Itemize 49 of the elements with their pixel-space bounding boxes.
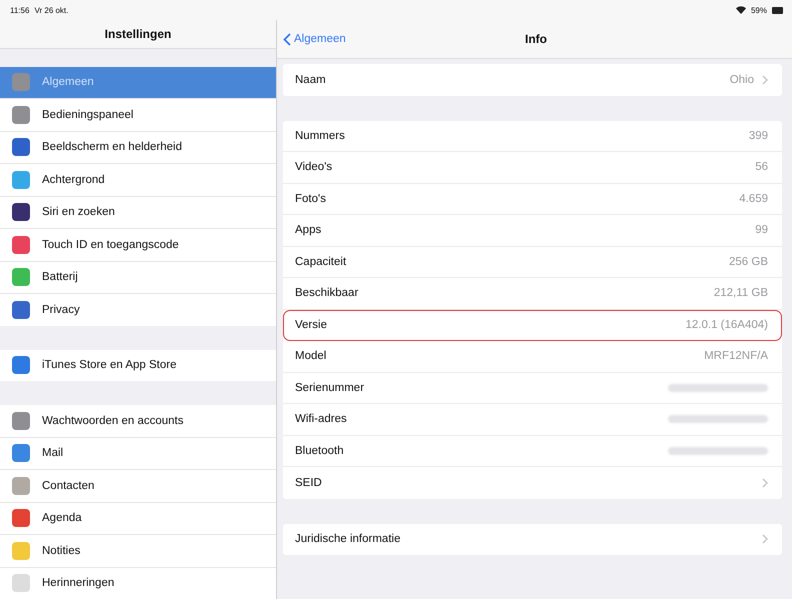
sidebar-item[interactable]: Herinneringen <box>0 568 276 599</box>
row-value: 12.0.1 (16A404) <box>686 318 768 331</box>
sidebar-title: Instellingen <box>104 26 172 41</box>
status-time: 11:56 <box>10 6 30 14</box>
sidebar-item[interactable]: Batterij <box>0 262 276 294</box>
info-row[interactable]: Juridische informatie <box>283 524 782 555</box>
status-date: Vr 26 okt. <box>34 6 68 14</box>
row-label: Nummers <box>295 130 345 142</box>
sidebar-item[interactable]: iTunes Store en App Store <box>0 350 276 381</box>
sidebar-item[interactable]: Mail <box>0 438 276 470</box>
sidebar-item[interactable]: Beeldscherm en helderheid <box>0 132 276 164</box>
row-label: Beschikbaar <box>295 287 358 300</box>
info-row[interactable]: SEID <box>283 467 782 498</box>
back-button[interactable]: Algemeen <box>283 32 346 46</box>
row-label: Capaciteit <box>295 256 346 268</box>
battery-icon <box>772 6 784 14</box>
row-value: 212,11 GB <box>714 287 768 300</box>
row-label: Wifi-adres <box>295 413 347 426</box>
sidebar-item[interactable]: Privacy <box>0 294 276 326</box>
chevron-left-icon <box>283 32 291 46</box>
row-label: Apps <box>295 224 322 236</box>
sidebar-item[interactable]: Wachtwoorden en accounts <box>0 405 276 438</box>
row-value: Ohio <box>730 74 754 86</box>
row-label: Serienummer <box>295 382 364 394</box>
sidebar-item[interactable]: Siri en zoeken <box>0 196 276 229</box>
row-value: 56 <box>755 161 768 174</box>
sidebar-item[interactable]: Agenda <box>0 502 276 535</box>
row-label: Naam <box>295 74 326 86</box>
row-value: 99 <box>755 224 768 236</box>
row-label: Bluetooth <box>295 444 344 457</box>
page-title: Info <box>525 32 547 46</box>
info-row[interactable]: Naam Ohio <box>283 64 782 96</box>
row-value: MRF12NF/A <box>704 350 768 362</box>
sidebar-item[interactable]: Bedieningspaneel <box>0 99 276 132</box>
battery-percent: 59% <box>750 6 767 14</box>
row-value: 399 <box>748 130 768 142</box>
row-label: Video's <box>295 161 332 174</box>
sidebar-item[interactable]: Notities <box>0 535 276 568</box>
sidebar-item[interactable]: Achtergrond <box>0 164 276 196</box>
row-label: Model <box>295 350 326 362</box>
wifi-icon <box>736 6 746 14</box>
row-label: SEID <box>295 476 322 489</box>
sidebar-item[interactable]: Touch ID en toegangscode <box>0 229 276 262</box>
row-label: Foto's <box>295 192 326 205</box>
row-value: 256 GB <box>729 256 768 268</box>
sidebar-item[interactable]: Contacten <box>0 470 276 502</box>
row-value: 4.659 <box>739 192 768 205</box>
row-label: Versie <box>295 318 327 331</box>
row-label: Juridische informatie <box>295 533 400 546</box>
